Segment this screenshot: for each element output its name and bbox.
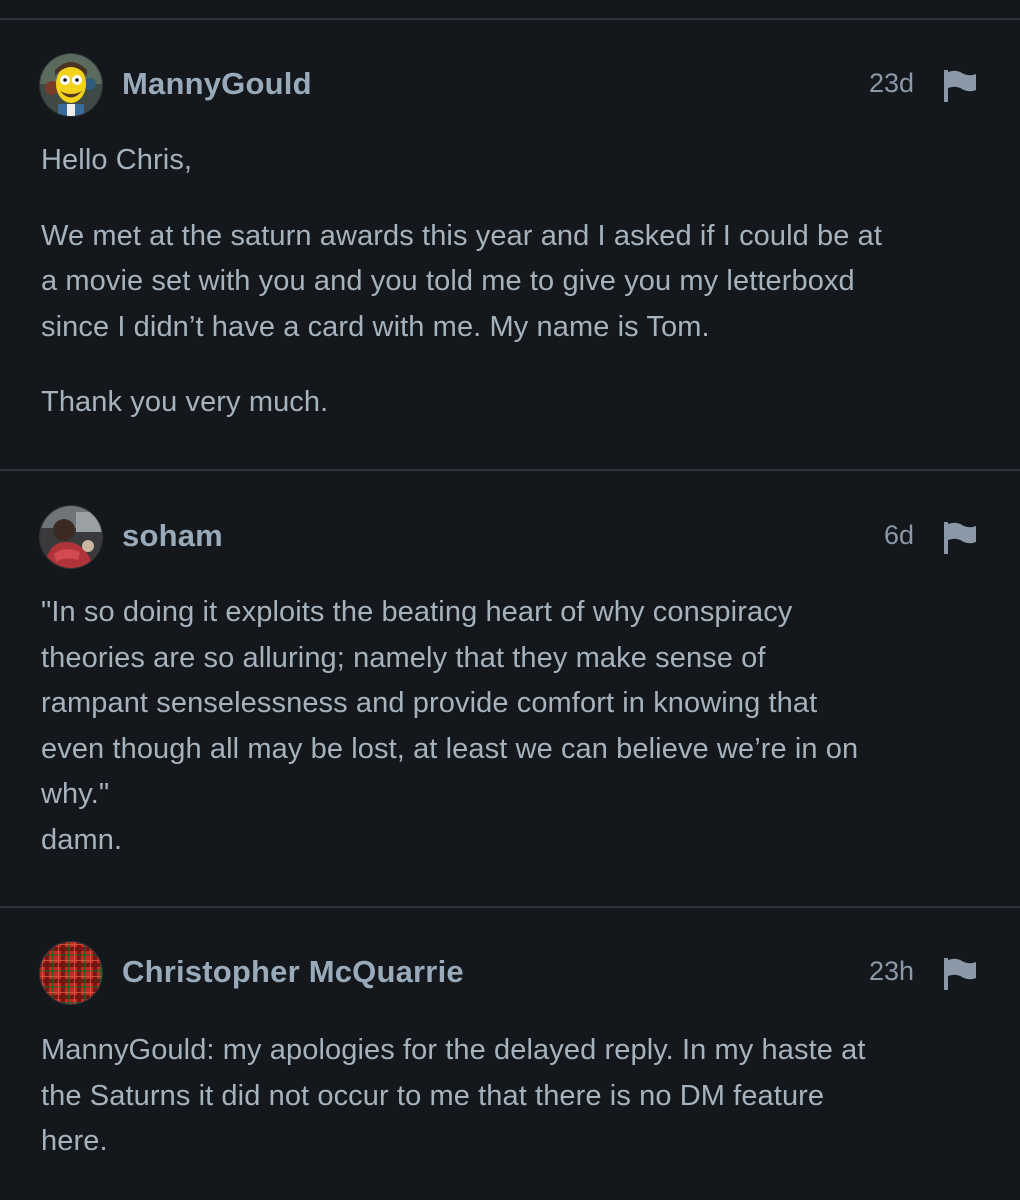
comment-body: Hello Chris, We met at the saturn awards… — [41, 138, 991, 426]
flag-icon[interactable] — [942, 520, 978, 554]
comment-text-line: since I didn’t have a card with me. My n… — [41, 310, 710, 343]
comment-body: MannyGould: my apologies for the delayed… — [41, 1028, 991, 1165]
photo-avatar-icon[interactable] — [40, 506, 102, 568]
comment-item: soham 6d "In so doing it exploits the be… — [0, 506, 1020, 886]
comment-divider — [0, 906, 1020, 908]
comment-text-line: why." — [41, 778, 110, 810]
flag-icon[interactable] — [942, 68, 978, 102]
comment-header: MannyGould 23d — [40, 54, 980, 116]
comment-text-line: Hello Chris, — [41, 144, 193, 176]
comment-text-line: Thank you very much. — [41, 386, 329, 418]
comment-body: "In so doing it exploits the beating hea… — [41, 590, 991, 863]
comment-item: MannyGould 23d Hello Chris, We met at th… — [0, 54, 1020, 454]
comment-text-line: even though all may be lost, at least we… — [41, 732, 859, 765]
top-divider — [0, 18, 1020, 20]
comment-timestamp[interactable]: 23d — [869, 68, 914, 99]
comment-text-line: here. — [41, 1125, 108, 1157]
comment-item: Christopher McQuarrie 23h MannyGould: my… — [0, 942, 1020, 1192]
comment-text-line: MannyGould: my apologies for the delayed… — [41, 1034, 866, 1066]
comment-username[interactable]: soham — [122, 518, 223, 554]
comment-header: Christopher McQuarrie 23h — [40, 942, 980, 1004]
cartoon-avatar-icon[interactable] — [40, 54, 102, 116]
comment-text-line: the Saturns it did not occur to me that … — [41, 1079, 825, 1112]
comment-header: soham 6d — [40, 506, 980, 568]
comment-text-line: We met at the saturn awards this year an… — [41, 219, 883, 252]
comment-timestamp[interactable]: 6d — [884, 520, 914, 551]
comment-text-line: damn. — [41, 823, 123, 856]
flag-icon[interactable] — [942, 956, 978, 990]
comment-username[interactable]: MannyGould — [122, 66, 312, 102]
comment-text-line: a movie set with you and you told me to … — [41, 265, 855, 297]
comment-text-line: theories are so alluring; namely that th… — [41, 641, 766, 674]
comment-text-line: rampant senselessness and provide comfor… — [41, 687, 818, 719]
comment-username[interactable]: Christopher McQuarrie — [122, 954, 464, 990]
comment-divider — [0, 469, 1020, 471]
comment-text-line: "In so doing it exploits the beating hea… — [41, 596, 793, 628]
comment-timestamp[interactable]: 23h — [869, 956, 914, 987]
tartan-avatar-icon[interactable] — [40, 942, 102, 1004]
